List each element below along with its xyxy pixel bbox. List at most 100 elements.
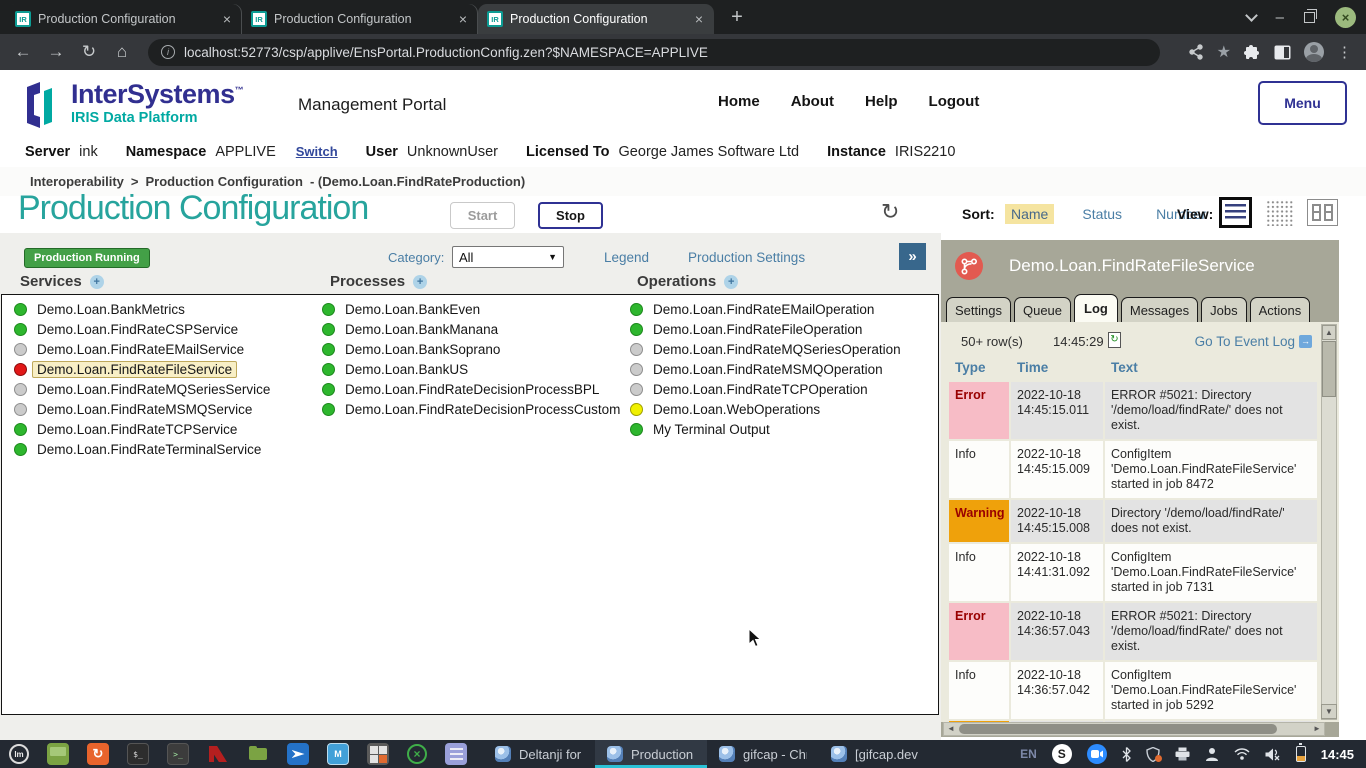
- process-item[interactable]: Demo.Loan.BankManana: [322, 319, 620, 339]
- operation-item[interactable]: Demo.Loan.FindRateEMailOperation: [630, 299, 901, 319]
- x-app-icon[interactable]: ×: [407, 744, 427, 764]
- extensions-puzzle-icon[interactable]: [1244, 44, 1261, 61]
- legend-link[interactable]: Legend: [604, 250, 649, 265]
- reload-icon[interactable]: ↻: [76, 42, 102, 62]
- language-indicator[interactable]: EN: [1020, 747, 1037, 761]
- breadcrumb-current[interactable]: Production Configuration: [146, 174, 303, 189]
- menu-button[interactable]: Menu: [1258, 81, 1347, 125]
- view-list-button[interactable]: [1219, 197, 1252, 228]
- nav-link[interactable]: About: [791, 93, 834, 110]
- browser-tab[interactable]: IR Production Configuration ×: [478, 4, 714, 34]
- side-panel-icon[interactable]: [1274, 45, 1291, 60]
- scroll-left-arrow[interactable]: ◄: [944, 723, 958, 735]
- bluetooth-icon[interactable]: [1122, 747, 1131, 762]
- process-item[interactable]: Demo.Loan.FindRateDecisionProcessBPL: [322, 379, 620, 399]
- timeshift-icon[interactable]: ↻: [87, 743, 109, 765]
- wifi-icon[interactable]: [1234, 748, 1250, 760]
- vertical-scrollbar[interactable]: ▲ ▼: [1321, 324, 1337, 720]
- horizontal-scroll-thumb[interactable]: [959, 724, 1277, 734]
- refresh-log-icon[interactable]: ↻: [1108, 332, 1121, 348]
- taskbar-window-button[interactable]: Production Co...: [595, 740, 707, 768]
- panel-tab[interactable]: Queue: [1014, 297, 1071, 322]
- terminal-alt-icon[interactable]: >_: [167, 743, 189, 765]
- service-item[interactable]: Demo.Loan.FindRateMQSeriesService: [14, 379, 270, 399]
- scroll-down-arrow[interactable]: ▼: [1321, 704, 1337, 719]
- forward-icon[interactable]: →: [43, 42, 69, 62]
- mint-menu-icon[interactable]: lm: [9, 744, 29, 764]
- profile-avatar[interactable]: [1304, 42, 1324, 62]
- vertical-scroll-thumb[interactable]: [1322, 341, 1336, 397]
- service-item[interactable]: Demo.Loan.FindRateCSPService: [14, 319, 270, 339]
- tab-search-chevron-icon[interactable]: [1245, 9, 1258, 22]
- add-process-icon[interactable]: +: [413, 275, 427, 289]
- files-icon[interactable]: [47, 743, 69, 765]
- operation-item[interactable]: Demo.Loan.WebOperations: [630, 399, 901, 419]
- view-grid-button[interactable]: [1265, 199, 1294, 226]
- add-operation-icon[interactable]: +: [724, 275, 738, 289]
- go-to-event-log-arrow-icon[interactable]: →: [1299, 335, 1312, 348]
- go-to-event-log-link[interactable]: Go To Event Log: [1195, 334, 1295, 349]
- scroll-up-arrow[interactable]: ▲: [1322, 325, 1336, 340]
- taskbar-window-button[interactable]: [gifcap.dev is ...: [819, 740, 931, 768]
- nav-link[interactable]: Help: [865, 93, 898, 110]
- service-item[interactable]: Demo.Loan.FindRateEMailService: [14, 339, 270, 359]
- tab-close-icon[interactable]: ×: [693, 11, 705, 27]
- terminal-icon[interactable]: $_: [127, 743, 149, 765]
- process-item[interactable]: Demo.Loan.BankEven: [322, 299, 620, 319]
- switch-link[interactable]: Switch: [296, 144, 338, 159]
- operation-item[interactable]: Demo.Loan.FindRateMQSeriesOperation: [630, 339, 901, 359]
- share-icon[interactable]: [1188, 44, 1204, 60]
- address-bar[interactable]: i localhost:52773/csp/applive/EnsPortal.…: [148, 39, 1160, 66]
- notes-icon[interactable]: [445, 743, 467, 765]
- new-tab-button[interactable]: +: [724, 6, 750, 29]
- operation-item[interactable]: Demo.Loan.FindRateFileOperation: [630, 319, 901, 339]
- panel-tab[interactable]: Jobs: [1201, 297, 1246, 322]
- maximize-button[interactable]: [1304, 12, 1315, 23]
- code-editor-icon[interactable]: [287, 743, 309, 765]
- process-item[interactable]: Demo.Loan.BankSoprano: [322, 339, 620, 359]
- breadcrumb-root[interactable]: Interoperability: [30, 174, 124, 189]
- refresh-spinner-icon[interactable]: ↻: [881, 199, 899, 225]
- taskbar-window-button[interactable]: gifcap - Chro...: [707, 740, 819, 768]
- view-split-button[interactable]: [1307, 199, 1338, 226]
- process-item[interactable]: Demo.Loan.BankUS: [322, 359, 620, 379]
- sort-option[interactable]: Name: [1005, 204, 1054, 224]
- calculator-icon[interactable]: [367, 743, 389, 765]
- home-icon[interactable]: ⌂: [109, 42, 135, 62]
- tab-close-icon[interactable]: ×: [221, 11, 233, 27]
- back-icon[interactable]: ←: [10, 42, 36, 62]
- nav-link[interactable]: Logout: [929, 93, 980, 110]
- bookmark-star-icon[interactable]: ★: [1217, 42, 1231, 62]
- horizontal-scrollbar[interactable]: ◄ ►: [943, 722, 1325, 736]
- close-window-button[interactable]: ×: [1335, 7, 1356, 28]
- printer-icon[interactable]: [1175, 747, 1190, 761]
- log-header-time[interactable]: Time: [1011, 360, 1103, 375]
- scroll-right-arrow[interactable]: ►: [1310, 723, 1324, 735]
- service-item[interactable]: Demo.Loan.FindRateTerminalService: [14, 439, 270, 459]
- panel-tab[interactable]: Messages: [1121, 297, 1198, 322]
- sort-option[interactable]: Status: [1076, 204, 1128, 224]
- panel-tab[interactable]: Actions: [1250, 297, 1311, 322]
- browser-tab[interactable]: IR Production Configuration ×: [6, 4, 242, 34]
- start-button[interactable]: Start: [450, 202, 515, 229]
- service-item[interactable]: Demo.Loan.BankMetrics: [14, 299, 270, 319]
- add-service-icon[interactable]: +: [90, 275, 104, 289]
- operation-item[interactable]: My Terminal Output: [630, 419, 901, 439]
- log-header-type[interactable]: Type: [949, 360, 1009, 375]
- site-info-icon[interactable]: i: [161, 45, 175, 59]
- taskbar-window-button[interactable]: Deltanji for Se...: [483, 740, 595, 768]
- browser-tab[interactable]: IR Production Configuration ×: [242, 4, 478, 34]
- operation-item[interactable]: Demo.Loan.FindRateMSMQOperation: [630, 359, 901, 379]
- tab-close-icon[interactable]: ×: [457, 11, 469, 27]
- stop-button[interactable]: Stop: [538, 202, 603, 229]
- skype-icon[interactable]: S: [1052, 744, 1072, 764]
- category-select[interactable]: All ▼: [452, 246, 564, 268]
- taskbar-clock[interactable]: 14:45: [1321, 747, 1354, 762]
- process-item[interactable]: Demo.Loan.FindRateDecisionProcessCustom: [322, 399, 620, 419]
- minimize-button[interactable]: –: [1276, 9, 1284, 26]
- service-item[interactable]: Demo.Loan.FindRateMSMQService: [14, 399, 270, 419]
- zoom-icon[interactable]: [1087, 744, 1107, 764]
- browser-menu-icon[interactable]: ⋮: [1337, 43, 1352, 61]
- operation-item[interactable]: Demo.Loan.FindRateTCPOperation: [630, 379, 901, 399]
- panel-tab[interactable]: Settings: [946, 297, 1011, 322]
